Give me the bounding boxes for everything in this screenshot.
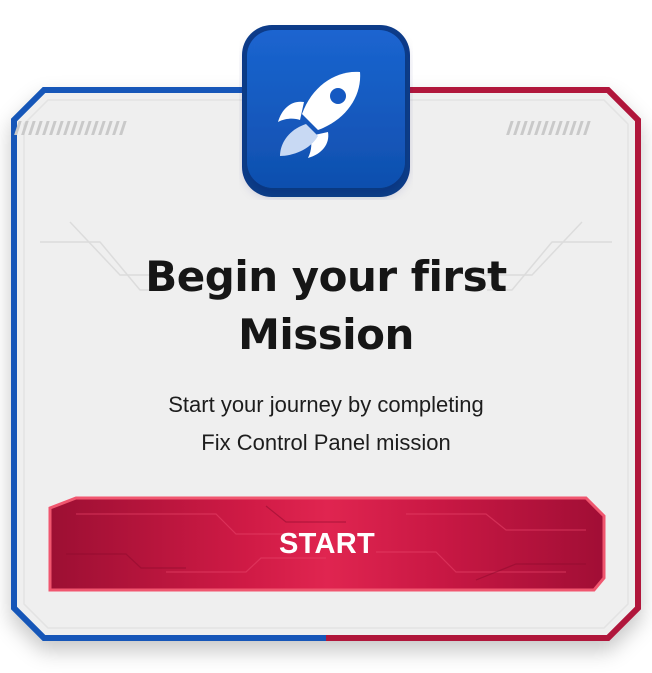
start-button-label: START — [278, 528, 375, 560]
subtitle-line-1: Start your journey by completing — [168, 392, 484, 417]
dialog-subtitle: Start your journey by completing Fix Con… — [90, 386, 562, 462]
subtitle-line-2: Fix Control Panel mission — [201, 430, 451, 455]
mission-card-dialog: Begin your first Mission Start your jour… — [0, 0, 652, 673]
rocket-icon-tile — [242, 25, 410, 197]
title-line-1: Begin your first — [145, 252, 507, 301]
dialog-title: Begin your first Mission — [80, 248, 572, 364]
start-button[interactable]: START — [46, 494, 608, 594]
title-line-2: Mission — [238, 310, 414, 359]
